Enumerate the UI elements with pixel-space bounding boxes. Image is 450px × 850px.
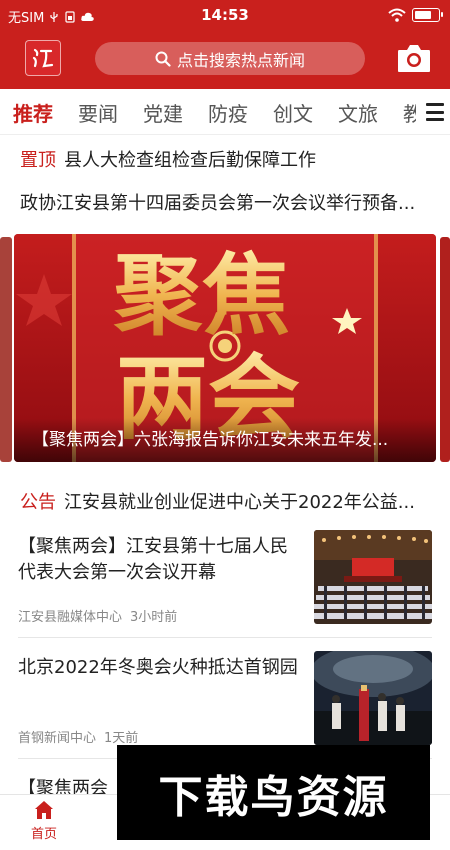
- news-title: 【聚焦两会】江安县第十七届人民代表大会第一次会议开幕: [18, 536, 288, 583]
- tab-culture-tourism[interactable]: 文旅: [338, 98, 378, 127]
- news-time: 1天前: [104, 731, 139, 746]
- banner-carousel[interactable]: 聚焦 两会 【聚焦两会】六张海报告诉你江安未来五年发...: [14, 234, 436, 462]
- menu-icon[interactable]: [426, 103, 444, 121]
- tab-epidemic[interactable]: 防疫: [208, 98, 248, 127]
- tab-recommend[interactable]: 推荐: [13, 98, 53, 127]
- nav-home[interactable]: 首页: [9, 799, 79, 842]
- clock: 14:53: [201, 6, 249, 24]
- carousel-prev-peek[interactable]: [0, 237, 12, 462]
- news-item[interactable]: 【聚焦两会】江安县第十七届人民代表大会第一次会议开幕 江安县融媒体中心 3小时前: [18, 530, 432, 638]
- tab-civilization[interactable]: 创文: [273, 98, 313, 127]
- watermark-text: 下载鸟资源: [158, 771, 389, 823]
- app-bar: 点击搜索热点新闻: [0, 36, 450, 84]
- news-source: 首钢新闻中心: [18, 731, 97, 746]
- headline-title: 政协江安县第十四届委员会第一次会议举行预备...: [20, 193, 416, 214]
- pinned-tag: 置顶: [20, 150, 56, 171]
- news-meta: 江安县融媒体中心 3小时前: [18, 606, 177, 625]
- banner-caption: 【聚焦两会】六张海报告诉你江安未来五年发...: [32, 430, 389, 450]
- search-icon: [155, 51, 171, 67]
- notice-tag: 公告: [20, 492, 56, 513]
- news-thumbnail: [314, 651, 432, 745]
- nav-home-label: 首页: [30, 827, 57, 842]
- tab-party[interactable]: 党建: [143, 98, 183, 127]
- pinned-title: 县人大检查组检查后勤保障工作: [64, 150, 316, 171]
- banner-caption-bar: 【聚焦两会】六张海报告诉你江安未来五年发...: [14, 418, 436, 462]
- logo-icon: [32, 48, 54, 68]
- tab-news[interactable]: 要闻: [78, 98, 118, 127]
- banner-art-text-1: 聚焦: [113, 243, 290, 347]
- search-placeholder: 点击搜索热点新闻: [176, 50, 305, 70]
- notice-title: 江安县就业创业促进中心关于2022年公益...: [64, 492, 415, 513]
- wifi-icon: [388, 8, 406, 22]
- notice-headline[interactable]: 公告 江安县就业创业促进中心关于2022年公益...: [20, 488, 430, 514]
- status-right: [388, 8, 443, 22]
- watermark-overlay: 下载鸟资源: [117, 745, 430, 840]
- news-title: 北京2022年冬奥会火种抵达首钢园: [18, 657, 298, 678]
- app-logo[interactable]: [25, 40, 61, 76]
- status-bar: 无SIM 14:53: [0, 0, 450, 32]
- news-source: 江安县融媒体中心: [18, 610, 123, 625]
- tab-education[interactable]: 教: [403, 98, 416, 127]
- camera-icon[interactable]: [396, 41, 432, 75]
- news-meta: 首钢新闻中心 1天前: [18, 727, 138, 746]
- news-item[interactable]: 北京2022年冬奥会火种抵达首钢园 首钢新闻中心 1天前: [18, 651, 432, 759]
- tab-list: 推荐 要闻 党建 防疫 创文 文旅 教: [0, 89, 416, 135]
- app-header: 无SIM 14:53 点击搜索热点新闻: [0, 0, 450, 89]
- battery-icon: [412, 8, 443, 22]
- category-tabs: 推荐 要闻 党建 防疫 创文 文旅 教: [0, 89, 450, 135]
- headline-row[interactable]: 政协江安县第十四届委员会第一次会议举行预备...: [20, 189, 430, 215]
- news-thumbnail: [314, 530, 432, 624]
- news-time: 3小时前: [130, 610, 178, 625]
- home-icon: [35, 801, 53, 819]
- pinned-headline[interactable]: 置顶 县人大检查组检查后勤保障工作: [20, 146, 430, 172]
- carousel-next-peek[interactable]: [440, 237, 450, 462]
- search-bar[interactable]: 点击搜索热点新闻: [95, 42, 365, 75]
